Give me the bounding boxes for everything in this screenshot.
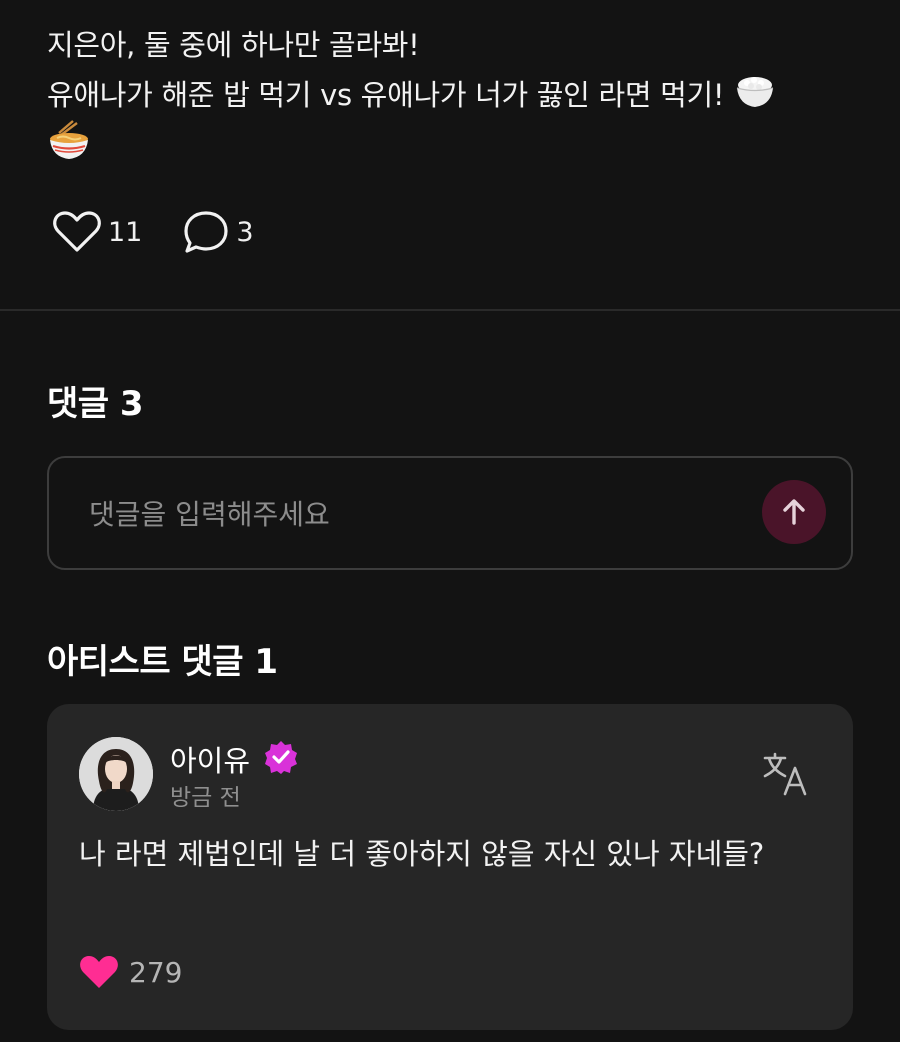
translate-icon[interactable]: [763, 750, 809, 796]
heart-outline-icon: [53, 211, 101, 252]
post-text-line-2: 유애나가 해준 밥 먹기 vs 유애나가 너가 끓인 라면 먹기!: [47, 78, 725, 112]
send-comment-button[interactable]: [762, 480, 826, 544]
artist-comments-heading: 아티스트 댓글 1: [47, 642, 278, 682]
post-actions: 11 3: [52, 208, 254, 256]
arrow-up-icon: [783, 499, 805, 525]
avatar[interactable]: [79, 737, 153, 811]
post-text-line-1: 지은아, 둘 중에 하나만 골라봐!: [47, 28, 420, 62]
post-detail-page: 지은아, 둘 중에 하나만 골라봐! 유애나가 해준 밥 먹기 vs 유애나가 …: [0, 0, 900, 1042]
section-divider: [0, 309, 900, 311]
rice-bowl-icon: [737, 77, 774, 107]
comment-like-count: 279: [129, 955, 183, 989]
like-count: 11: [108, 216, 143, 248]
ramen-bowl-icon: [50, 120, 88, 159]
post-content: 지은아, 둘 중에 하나만 골라봐! 유애나가 해준 밥 먹기 vs 유애나가 …: [47, 22, 867, 169]
comment-input-box: [47, 456, 853, 570]
profile-photo-icon: [79, 737, 153, 811]
comment-text: 나 라면 제법인데 날 더 좋아하지 않을 자신 있나 자네들?: [79, 837, 765, 871]
comment-timestamp: 방금 전: [170, 785, 241, 811]
like-button[interactable]: 11: [52, 210, 142, 254]
heart-filled-icon: [80, 956, 118, 988]
comment-count: 3: [236, 216, 254, 248]
artist-comment-card: 아이유 방금 전 나 라면 제법인데 날 더 좋아하지 않을 자신 있나 자네들…: [47, 704, 853, 1030]
speech-bubble-icon: [184, 211, 228, 253]
comments-heading: 댓글 3: [47, 384, 144, 424]
author-name: 아이유: [170, 744, 251, 778]
verified-badge-icon: [265, 741, 297, 774]
comment-input[interactable]: [87, 488, 731, 540]
comment-like-button[interactable]: 279: [79, 954, 182, 990]
comment-button[interactable]: 3: [182, 209, 254, 255]
